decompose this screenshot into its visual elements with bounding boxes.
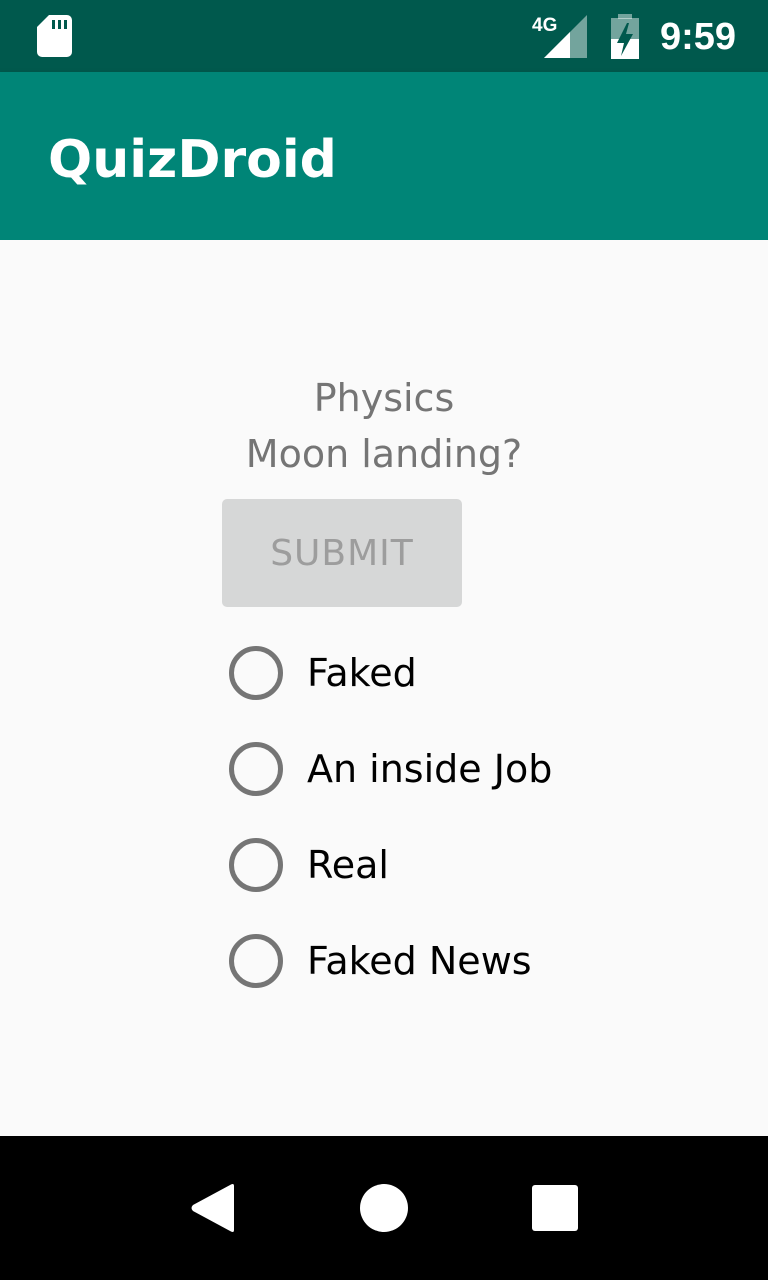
sd-card-icon bbox=[37, 15, 72, 57]
answer-option-label: An inside Job bbox=[307, 747, 553, 791]
answer-option-label: Faked bbox=[307, 651, 417, 695]
radio-button-circle[interactable] bbox=[229, 646, 283, 700]
radio-button-circle[interactable] bbox=[229, 742, 283, 796]
network-type-label: 4G bbox=[532, 15, 557, 36]
recents-icon[interactable] bbox=[532, 1185, 578, 1231]
home-icon[interactable] bbox=[360, 1184, 408, 1232]
quiz-question: Moon landing? bbox=[245, 432, 523, 476]
answer-option-label: Faked News bbox=[307, 939, 532, 983]
quiz-category: Physics bbox=[313, 376, 455, 420]
answer-option-real[interactable]: Real bbox=[222, 819, 642, 915]
back-icon[interactable] bbox=[190, 1183, 236, 1233]
submit-button[interactable]: SUBMIT bbox=[222, 499, 462, 607]
answer-option-label: Real bbox=[307, 843, 389, 887]
answer-option-faked[interactable]: Faked bbox=[222, 627, 642, 723]
status-clock: 9:59 bbox=[660, 16, 737, 58]
signal-4g-icon: 4G bbox=[532, 15, 587, 58]
battery-charging-icon bbox=[611, 14, 639, 59]
app-title: QuizDroid bbox=[48, 130, 337, 190]
radio-button-circle[interactable] bbox=[229, 838, 283, 892]
status-bar bbox=[0, 0, 768, 72]
answer-option-inside-job[interactable]: An inside Job bbox=[222, 723, 642, 819]
answer-option-faked-news[interactable]: Faked News bbox=[222, 915, 642, 1011]
radio-button-circle[interactable] bbox=[229, 934, 283, 988]
